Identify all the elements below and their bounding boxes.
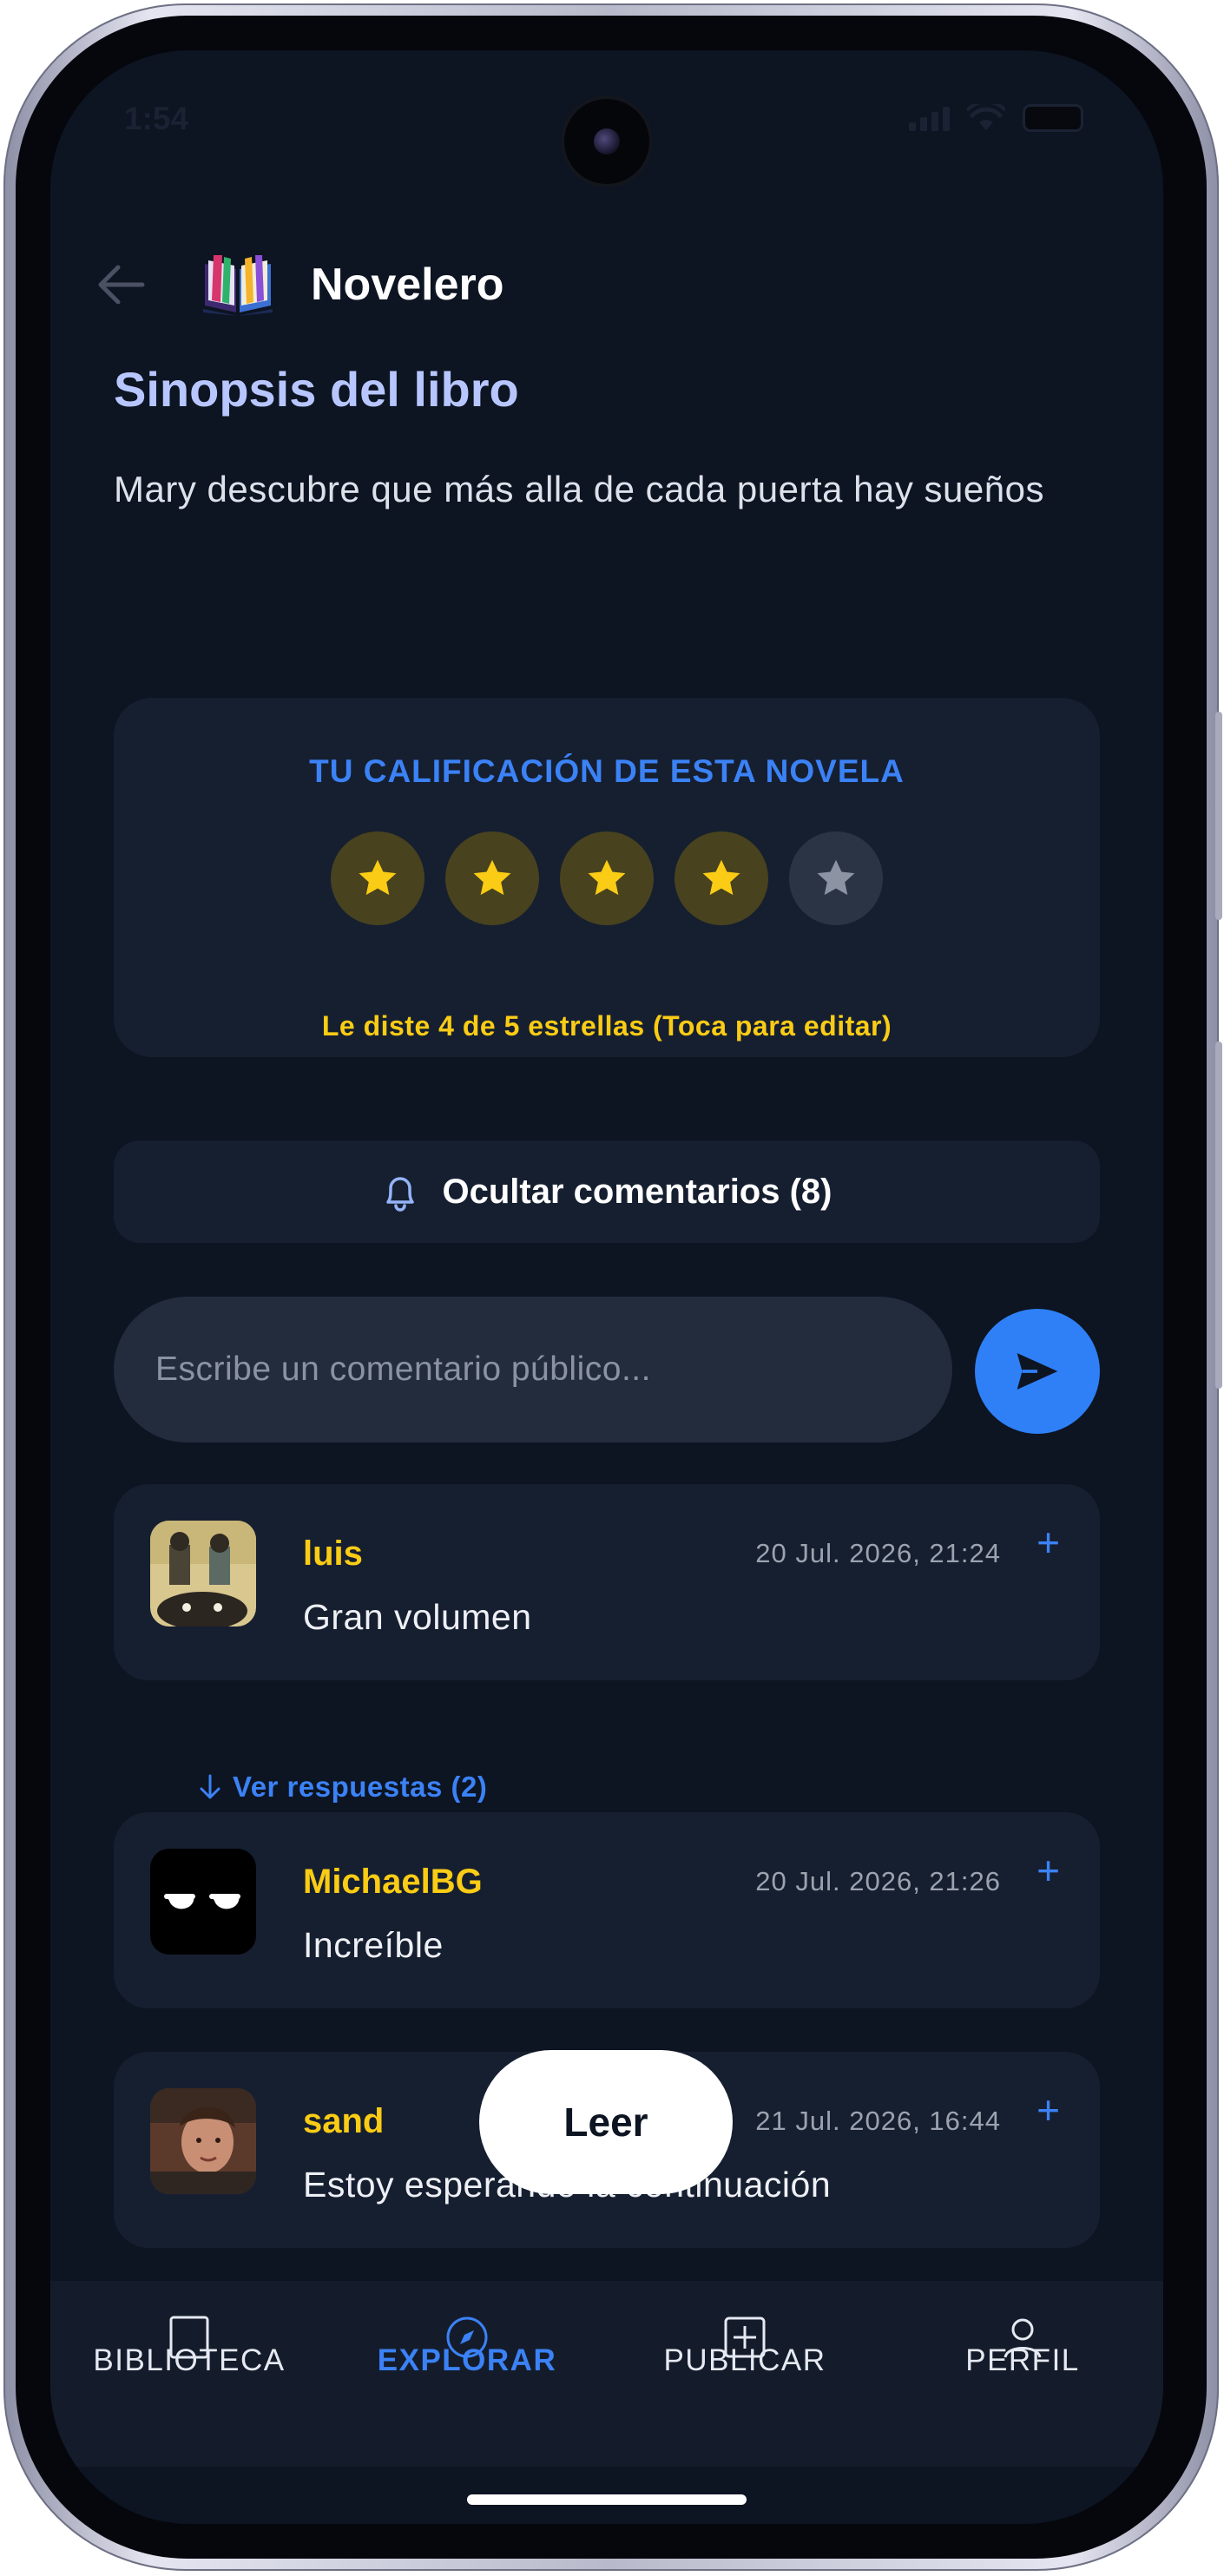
- comment-username[interactable]: MichaelBG: [303, 1863, 483, 1902]
- status-bar: 1:54: [50, 50, 1163, 189]
- comment-input-placeholder: Escribe un comentario público...: [155, 1350, 651, 1388]
- send-button[interactable]: [975, 1309, 1100, 1434]
- avatar[interactable]: [150, 1849, 256, 1955]
- star-rating: [114, 831, 1100, 925]
- star-outline-icon: [817, 859, 855, 896]
- comment-add-button[interactable]: +: [1036, 1522, 1060, 1562]
- comment-date: 21 Jul. 2026, 16:44: [755, 2106, 1001, 2136]
- avatar-illustration-icon: [150, 1521, 256, 1626]
- comment-card: luis 20 Jul. 2026, 21:24 + Gran volumen: [114, 1484, 1100, 1680]
- comment-add-button[interactable]: +: [1036, 1850, 1060, 1890]
- star-icon: [588, 859, 626, 896]
- star-button-4[interactable]: [675, 831, 768, 925]
- toggle-comments-label: Ocultar comentarios (8): [442, 1172, 832, 1211]
- send-icon: [1017, 1353, 1058, 1390]
- star-button-2[interactable]: [445, 831, 539, 925]
- comment-add-button[interactable]: +: [1036, 2090, 1060, 2130]
- view-replies-link[interactable]: Ver respuestas (2): [198, 1771, 487, 1804]
- comment-text: Gran volumen: [303, 1597, 532, 1637]
- star-icon: [702, 859, 740, 896]
- nav-label: BIBLIOTECA: [93, 2343, 286, 2377]
- toggle-comments-button[interactable]: Ocultar comentarios (8): [114, 1140, 1100, 1243]
- comment-username[interactable]: luis: [303, 1534, 363, 1574]
- comment-date: 20 Jul. 2026, 21:26: [755, 1866, 1001, 1896]
- star-icon: [473, 859, 511, 896]
- star-button-5[interactable]: [789, 831, 883, 925]
- view-replies-label: Ver respuestas (2): [233, 1771, 488, 1803]
- comment-text: Increíble: [303, 1925, 444, 1965]
- synopsis-text: Mary descubre que más alla de cada puert…: [114, 469, 1044, 509]
- app-title: Novelero: [311, 260, 504, 310]
- nav-item-explorar[interactable]: EXPLORAR: [328, 2281, 606, 2467]
- rating-note: Le diste 4 de 5 estrellas (Toca para edi…: [321, 1010, 892, 1042]
- nav-item-perfil[interactable]: PERFIL: [884, 2281, 1161, 2467]
- nav-label: EXPLORAR: [377, 2343, 557, 2377]
- arrow-down-icon: [200, 1774, 220, 1799]
- app-screen: 1:54 Novelero Sinopsis del libro Mary de…: [50, 50, 1163, 2524]
- bottom-navigation: BIBLIOTECA EXPLORAR PUBLICAR PERFIL: [50, 2281, 1163, 2467]
- read-button-label: Leer: [563, 2100, 648, 2145]
- volume-button: [1215, 712, 1222, 920]
- comment-card: MichaelBG 20 Jul. 2026, 21:26 + Increíbl…: [114, 1812, 1100, 2008]
- status-icons: [909, 104, 1083, 132]
- front-camera: [564, 99, 649, 184]
- comment-date: 20 Jul. 2026, 21:24: [755, 1538, 1001, 1568]
- app-logo-icon: [203, 255, 273, 316]
- battery-icon: [1023, 104, 1083, 132]
- read-button[interactable]: Leer: [479, 2050, 733, 2194]
- nav-label: PERFIL: [965, 2343, 1080, 2377]
- back-arrow-icon[interactable]: [95, 262, 146, 307]
- signal-icon: [909, 105, 950, 131]
- star-button-1[interactable]: [331, 831, 424, 925]
- bell-icon: [386, 1177, 415, 1212]
- app-header: Novelero: [50, 241, 1163, 328]
- nav-item-publicar[interactable]: PUBLICAR: [606, 2281, 884, 2467]
- home-indicator[interactable]: [467, 2494, 747, 2505]
- synopsis-title: Sinopsis del libro: [114, 362, 519, 417]
- avatar[interactable]: [150, 2088, 256, 2194]
- nav-item-biblioteca[interactable]: BIBLIOTECA: [50, 2281, 328, 2467]
- avatar-photo-icon: [150, 2088, 256, 2194]
- rating-title: TU CALIFICACIÓN DE ESTA NOVELA: [309, 753, 905, 789]
- comment-input[interactable]: Escribe un comentario público...: [114, 1297, 952, 1442]
- wifi-icon: [967, 104, 1005, 130]
- star-icon: [359, 859, 397, 896]
- avatar[interactable]: [150, 1521, 256, 1626]
- nav-label: PUBLICAR: [663, 2343, 826, 2377]
- comment-username[interactable]: sand: [303, 2102, 384, 2141]
- star-button-3[interactable]: [560, 831, 654, 925]
- status-time: 1:54: [124, 101, 189, 136]
- power-button: [1215, 1042, 1222, 1389]
- avatar-mask-icon: [150, 1849, 256, 1955]
- rating-card: TU CALIFICACIÓN DE ESTA NOVELA Le diste …: [114, 698, 1100, 1057]
